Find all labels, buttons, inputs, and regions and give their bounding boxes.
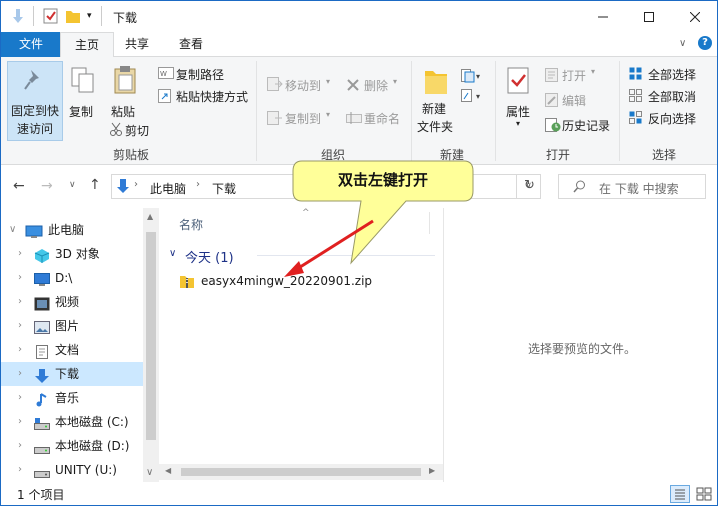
callout-text: 双击左键打开 — [337, 171, 428, 189]
red-arrowhead — [284, 261, 304, 277]
explorer-window: ▾ 下载 文件 主页 共享 查看 ∨ ? 固定到快 速访问 复制 粘贴 W 复制… — [0, 0, 718, 506]
annotation-overlay — [284, 160, 474, 277]
